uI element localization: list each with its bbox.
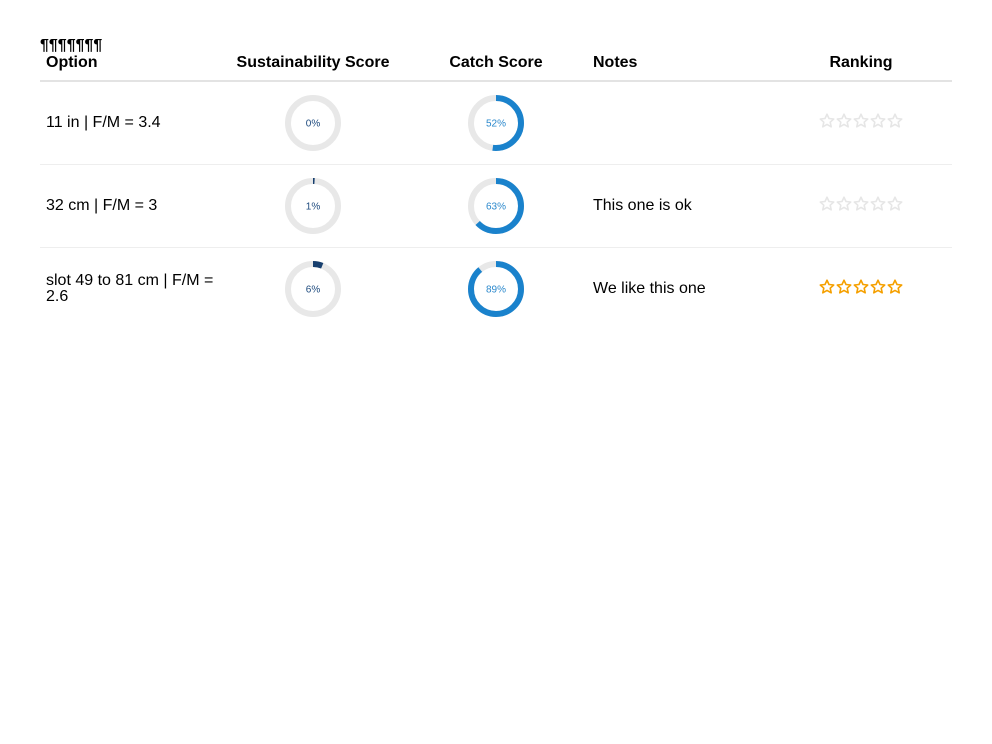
star-icon[interactable] [853,112,869,129]
table-row: slot 49 to 81 cm | F/M = 2.6 6% 89% We l… [40,248,952,331]
catch-donut: 63% [468,178,524,234]
star-icon[interactable] [870,112,886,129]
notes-cell[interactable]: We like this one [591,248,770,331]
notes-cell[interactable] [591,81,770,165]
header-ranking[interactable]: Ranking [770,54,952,82]
option-cell: 32 cm | F/M = 3 [40,164,225,248]
ranking-stars[interactable] [819,278,903,295]
ranking-stars[interactable] [819,112,903,129]
star-icon[interactable] [819,195,835,212]
star-icon[interactable] [853,278,869,295]
sustainability-donut: 1% [285,178,341,234]
star-icon[interactable] [853,195,869,212]
catch-donut: 89% [468,261,524,317]
star-icon[interactable] [836,112,852,129]
ranking-stars[interactable] [819,195,903,212]
star-icon[interactable] [836,195,852,212]
options-table: Option Sustainability Score Catch Score … [40,54,952,330]
header-option[interactable]: Option [40,54,225,82]
notes-cell[interactable]: This one is ok [591,164,770,248]
sustainability-donut: 0% [285,95,341,151]
option-cell: 11 in | F/M = 3.4 [40,81,225,165]
catch-donut-label: 63% [486,202,506,213]
catch-donut-label: 52% [486,119,506,130]
table-row: 32 cm | F/M = 3 1% 63% This one is ok [40,164,952,248]
star-icon[interactable] [836,278,852,295]
catch-donut-label: 89% [486,285,506,296]
star-icon[interactable] [870,278,886,295]
star-icon[interactable] [819,278,835,295]
star-icon[interactable] [870,195,886,212]
table-row: 11 in | F/M = 3.4 0% 52% [40,81,952,165]
sustainability-donut-label: 0% [306,119,321,130]
star-icon[interactable] [887,195,903,212]
star-icon[interactable] [887,278,903,295]
catch-donut: 52% [468,95,524,151]
sustainability-donut-label: 1% [306,202,321,213]
sustainability-donut: 6% [285,261,341,317]
pilcrow-marks: ¶¶¶¶¶¶¶ [40,37,103,54]
star-icon[interactable] [819,112,835,129]
star-icon[interactable] [887,112,903,129]
header-catch[interactable]: Catch Score [401,54,591,82]
header-sustainability[interactable]: Sustainability Score [225,54,401,82]
sustainability-donut-label: 6% [306,285,321,296]
option-cell: slot 49 to 81 cm | F/M = 2.6 [46,272,214,305]
header-notes[interactable]: Notes [591,54,770,82]
